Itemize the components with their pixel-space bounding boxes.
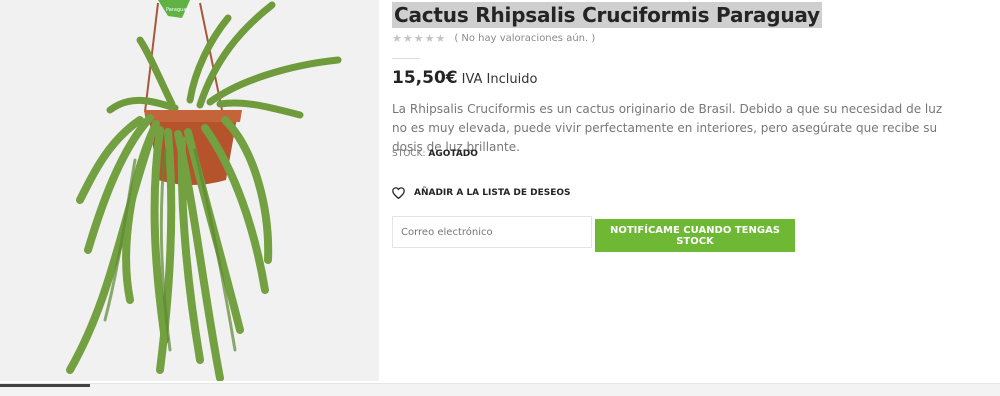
thumbnail-strip[interactable]	[0, 383, 1000, 396]
wishlist-label: AÑADIR A LA LISTA DE DESEOS	[414, 188, 571, 198]
product-rating: ★★★★★ ( No hay valoraciones aún. )	[392, 31, 595, 45]
email-field[interactable]	[392, 216, 592, 248]
rating-stars: ★★★★★	[392, 31, 447, 45]
add-to-wishlist-button[interactable]: AÑADIR A LA LISTA DE DESEOS	[392, 186, 571, 200]
title-divider	[392, 58, 420, 59]
thumbnail-active-indicator	[0, 384, 90, 387]
image-tag-label: Paraguay	[166, 7, 189, 13]
stock-status: STOCK: AGOTADO	[392, 149, 478, 159]
product-image[interactable]: Paraguay	[0, 0, 379, 381]
price-amount: 15,50€	[392, 68, 458, 88]
notify-when-in-stock-button[interactable]: NOTIFÍCAME CUANDO TENGAS STOCK	[595, 219, 795, 252]
stock-value: AGOTADO	[428, 149, 478, 159]
product-price: 15,50€ IVA Incluido	[392, 68, 537, 92]
heart-icon	[392, 187, 405, 199]
price-suffix: IVA Incluido	[461, 72, 538, 87]
no-reviews-text: ( No hay valoraciones aún. )	[454, 32, 596, 44]
product-title: Cactus Rhipsalis Cruciformis Paraguay	[392, 2, 822, 28]
stock-label: STOCK:	[392, 149, 426, 159]
product-photo: Paraguay	[0, 0, 379, 381]
